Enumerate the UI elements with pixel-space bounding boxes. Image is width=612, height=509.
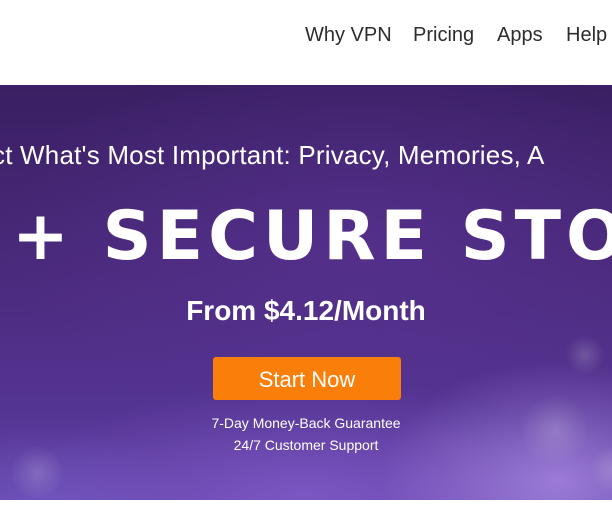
page-bottom-strip — [0, 500, 612, 509]
nav-item-why-vpn[interactable]: Why VPN — [305, 24, 392, 47]
hero-tagline-wrap: ct What's Most Important: Privacy, Memor… — [0, 140, 612, 174]
money-back-guarantee-text: 7-Day Money-Back Guarantee — [211, 415, 401, 431]
customer-support-text: 24/7 Customer Support — [233, 437, 379, 453]
top-navigation-bar: Why VPN Pricing Apps Help — [0, 0, 612, 85]
nav-item-apps[interactable]: Apps — [497, 24, 543, 47]
hero-tagline: ct What's Most Important: Privacy, Memor… — [0, 140, 545, 170]
price-text: From $4.12/Month — [186, 295, 426, 326]
bokeh-light — [10, 445, 65, 500]
hero-headline: + SECURE STOR — [12, 197, 612, 276]
bokeh-light — [565, 335, 605, 375]
nav-item-pricing[interactable]: Pricing — [413, 24, 474, 47]
start-now-button[interactable]: Start Now — [213, 357, 401, 400]
nav-item-help[interactable]: Help — [566, 24, 607, 47]
hero-headline-wrap: + SECURE STOR — [0, 197, 612, 277]
hero-banner: ct What's Most Important: Privacy, Memor… — [0, 85, 612, 500]
